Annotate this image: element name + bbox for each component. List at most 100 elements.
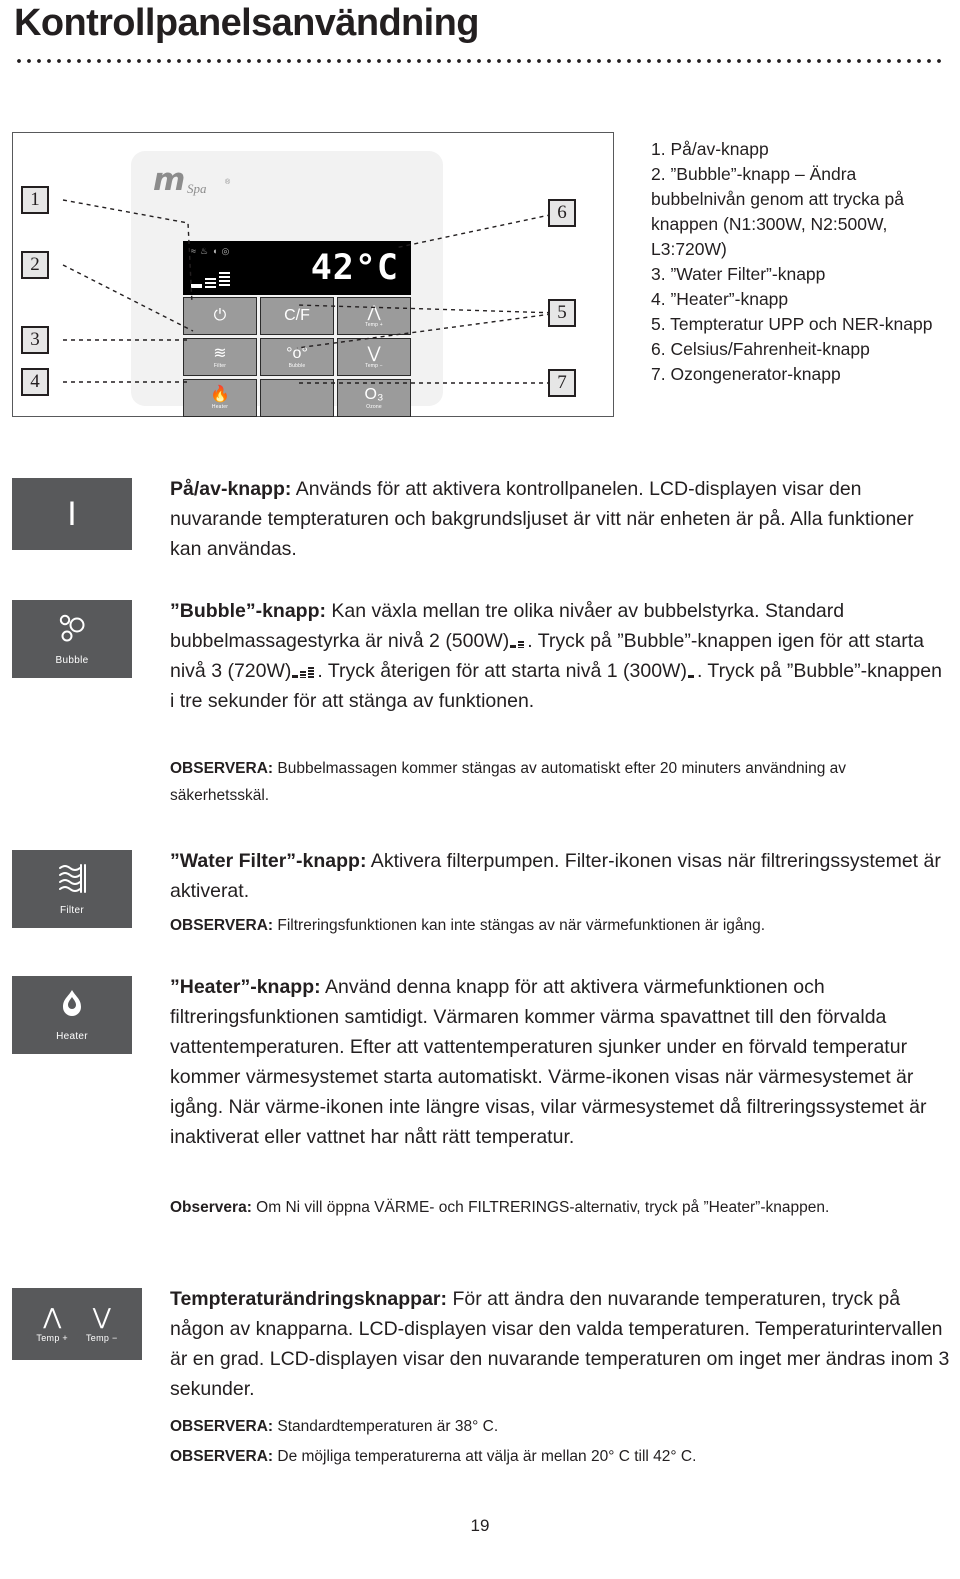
- lcd-filter-icon: ≈: [191, 246, 196, 256]
- chevron-up-icon: ⋀: [367, 303, 381, 321]
- temp-down-caption: Temp −: [86, 1332, 118, 1343]
- temp-up-label: Temp +: [365, 321, 383, 328]
- ozone-label: Ozone: [366, 403, 382, 410]
- callout-3: 3: [21, 326, 49, 354]
- power-heading: På/av-knapp:: [170, 478, 292, 500]
- bubble-icon: [55, 612, 89, 650]
- filter-label: Filter: [213, 362, 227, 369]
- heater-label: Heater: [211, 403, 229, 410]
- mspa-logo: m Spa ®: [153, 165, 239, 199]
- bubble-button[interactable]: °o° Bubble: [260, 338, 334, 376]
- heater-icon-box: Heater: [12, 976, 132, 1054]
- bubble-note: OBSERVERA: Bubbelmassagen kommer stängas…: [170, 755, 910, 809]
- heater-button[interactable]: 🔥 Heater: [183, 379, 257, 417]
- water-filter-icon: [54, 862, 90, 900]
- temp-down-label: Temp −: [365, 362, 383, 369]
- bubble-level-1-icon: [687, 675, 694, 678]
- heater-body: Använd denna knapp för att aktivera värm…: [170, 976, 927, 1148]
- blank-button[interactable]: [260, 379, 334, 417]
- legend-item-5: 5. Tempteratur UPP och NER-knapp: [651, 314, 933, 334]
- chevron-down-icon: ⋁: [92, 1303, 111, 1329]
- logo-registered-mark: ®: [225, 179, 231, 186]
- control-panel-diagram: m Spa ® ≈ ♨ ◖ ◎ 42°C ⏻ C/F ⋀ Temp + ≋ Fi…: [12, 132, 614, 417]
- callout-5: 5: [548, 299, 576, 327]
- legend-item-1: 1. På/av-knapp: [651, 139, 769, 159]
- power-icon-box: Ι: [12, 478, 132, 550]
- water-filter-icon-svg: [59, 864, 86, 893]
- temperature-icon-box: ⋀ Temp + ⋁ Temp −: [12, 1288, 142, 1360]
- temperature-heading: Tempteraturändringsknappar:: [170, 1288, 448, 1310]
- power-icon: ⏻: [213, 306, 227, 324]
- bubble-icon-box: Bubble: [12, 600, 132, 678]
- legend-item-3: 3. ”Water Filter”-knapp: [651, 264, 826, 284]
- filter-note: OBSERVERA: Filtreringsfunktionen kan int…: [170, 912, 942, 939]
- temperature-note-1-text: Standardtemperaturen är 38° C.: [273, 1418, 499, 1435]
- temperature-note-2: OBSERVERA: De möjliga temperaturerna att…: [170, 1443, 950, 1470]
- lcd-ozone-icon: ◎: [221, 246, 230, 256]
- heater-note-text: Om Ni vill öppna VÄRME- och FILTRERINGS-…: [251, 1199, 830, 1216]
- lcd-bubble-icon: ◖: [212, 246, 218, 256]
- lcd-bubble-level-indicator: [191, 272, 230, 288]
- filter-note-text: Filtreringsfunktionen kan inte stängas a…: [273, 917, 766, 934]
- bubble-label: Bubble: [288, 362, 306, 369]
- temperature-note-2-text: De möjliga temperaturerna att välja är m…: [273, 1448, 697, 1465]
- bubble-body-3: . Tryck återigen för att starta nivå 1 (…: [317, 660, 687, 682]
- chevron-down-icon: ⋁: [367, 344, 381, 362]
- legend-item-2: 2. ”Bubble”-knapp – Ändra bubbelnivån ge…: [651, 164, 909, 259]
- filter-description: ”Water Filter”-knapp: Aktivera filterpum…: [170, 846, 942, 906]
- bubble-icon-caption: Bubble: [55, 655, 89, 666]
- legend-item-4: 4. ”Heater”-knapp: [651, 289, 789, 309]
- water-filter-icon: ≋: [213, 344, 227, 362]
- chevron-up-icon: ⋀: [43, 1303, 62, 1329]
- bubble-level-3-icon: [292, 667, 315, 678]
- flame-icon: 🔥: [210, 385, 230, 403]
- temp-down-icon-group: ⋁ Temp −: [86, 1303, 118, 1343]
- temp-up-icon-group: ⋀ Temp +: [36, 1303, 68, 1343]
- filter-heading: ”Water Filter”-knapp:: [170, 850, 367, 872]
- temp-down-button[interactable]: ⋁ Temp −: [337, 338, 411, 376]
- heater-heading: ”Heater”-knapp:: [170, 976, 321, 998]
- celsius-fahrenheit-icon: C/F: [284, 306, 310, 324]
- filter-icon-caption: Filter: [59, 905, 85, 916]
- bubble-icon-svg: [59, 614, 85, 642]
- legend-item-6: 6. Celsius/Fahrenheit-knapp: [651, 339, 870, 359]
- bubble-icon: °o°: [286, 344, 308, 362]
- bubble-level-2-icon: [510, 641, 525, 648]
- callout-2: 2: [21, 251, 49, 279]
- temp-up-caption: Temp +: [36, 1332, 68, 1343]
- temperature-description: Tempteraturändringsknappar: För att ändr…: [170, 1284, 950, 1404]
- heater-note: Observera: Om Ni vill öppna VÄRME- och F…: [170, 1194, 942, 1221]
- callout-1: 1: [21, 186, 49, 214]
- lcd-heater-icon: ♨: [199, 246, 209, 256]
- dotted-divider: [16, 58, 942, 64]
- logo-m: m: [153, 162, 185, 198]
- heater-description: ”Heater”-knapp: Använd denna knapp för a…: [170, 972, 942, 1152]
- legend-item-7: 7. Ozongenerator-knapp: [651, 364, 841, 384]
- flame-icon-svg: [63, 990, 81, 1016]
- callout-6: 6: [548, 199, 576, 227]
- temperature-note-1-label: OBSERVERA:: [170, 1418, 274, 1435]
- filter-button[interactable]: ≋ Filter: [183, 338, 257, 376]
- temperature-note-2-label: OBSERVERA:: [170, 1448, 274, 1465]
- control-panel-body: m Spa ® ≈ ♨ ◖ ◎ 42°C ⏻ C/F ⋀ Temp + ≋ Fi…: [131, 151, 443, 417]
- filter-icon-box: Filter: [12, 850, 132, 928]
- temp-up-button[interactable]: ⋀ Temp +: [337, 297, 411, 335]
- lcd-temperature-value: 42°C: [310, 248, 399, 288]
- page-number: 19: [470, 1516, 490, 1535]
- control-panel-button-grid: ⏻ C/F ⋀ Temp + ≋ Filter °o° Bubble ⋁ Tem: [183, 297, 411, 417]
- bubble-description: ”Bubble”-knapp: Kan växla mellan tre oli…: [170, 596, 942, 716]
- lcd-bubble-bar-3: [219, 272, 230, 288]
- page-title: Kontrollpanelsanvändning: [14, 2, 479, 44]
- bubble-note-label: OBSERVERA:: [170, 760, 274, 777]
- lcd-status-icon-row: ≈ ♨ ◖ ◎: [191, 247, 229, 256]
- ozone-button[interactable]: O₃ Ozone: [337, 379, 411, 417]
- celsius-fahrenheit-button[interactable]: C/F: [260, 297, 334, 335]
- power-description: På/av-knapp: Används för att aktivera ko…: [170, 474, 942, 564]
- callout-7: 7: [548, 369, 576, 397]
- power-icon: Ι: [67, 495, 77, 533]
- logo-spa: Spa: [187, 181, 207, 196]
- filter-note-label: OBSERVERA:: [170, 917, 274, 934]
- power-button[interactable]: ⏻: [183, 297, 257, 335]
- temperature-note-1: OBSERVERA: Standardtemperaturen är 38° C…: [170, 1413, 950, 1440]
- heater-icon-caption: Heater: [56, 1031, 88, 1042]
